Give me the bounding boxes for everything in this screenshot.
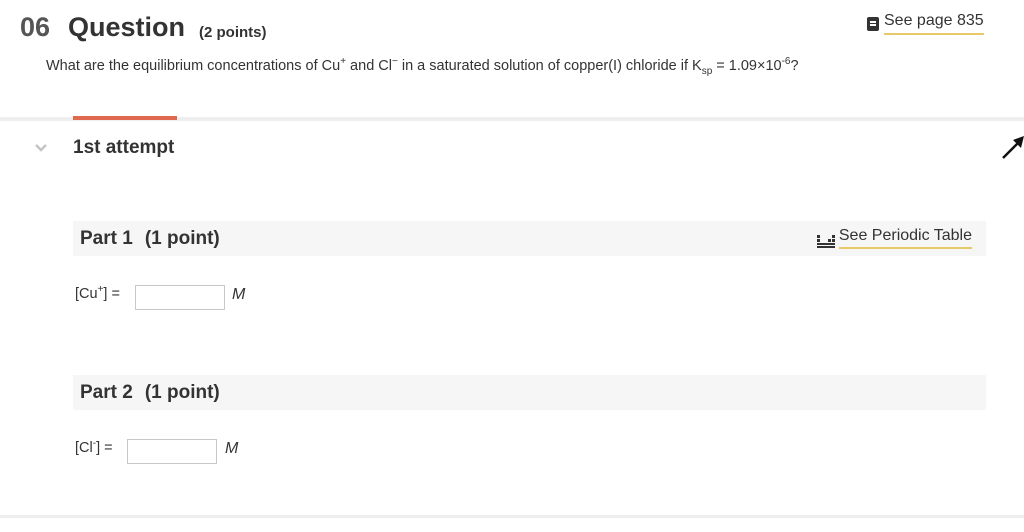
question-points: (2 points) bbox=[199, 24, 267, 41]
question-title: Question bbox=[68, 12, 186, 42]
periodic-table-link[interactable]: See Periodic Table bbox=[816, 227, 972, 249]
active-attempt-indicator bbox=[73, 116, 177, 120]
part-1-header: Part 1 (1 point) See Periodic Table bbox=[73, 221, 986, 256]
cl-concentration-input[interactable] bbox=[127, 439, 217, 464]
chevron-down-icon[interactable] bbox=[34, 141, 48, 155]
periodic-table-icon bbox=[816, 235, 835, 248]
question-text: What are the equilibrium concentrations … bbox=[46, 56, 799, 77]
mouse-cursor-icon bbox=[1002, 136, 1024, 159]
question-number: 06 bbox=[20, 12, 51, 42]
part-1-label: Part 1 (1 point) bbox=[80, 228, 220, 249]
periodic-table-label: See Periodic Table bbox=[838, 227, 972, 249]
see-page-label: See page 835 bbox=[884, 12, 984, 35]
footer-divider bbox=[0, 515, 1024, 518]
cu-concentration-input[interactable] bbox=[135, 285, 225, 310]
book-icon bbox=[867, 16, 879, 31]
cl-unit: M bbox=[225, 440, 239, 457]
cl-answer-label: [Cl-] = bbox=[75, 438, 113, 456]
part-2-header: Part 2 (1 point) bbox=[73, 375, 986, 410]
attempt-title: 1st attempt bbox=[73, 137, 175, 158]
see-page-link[interactable]: See page 835 bbox=[867, 12, 984, 35]
cu-unit: M bbox=[232, 286, 246, 303]
cu-answer-label: [Cu+] = bbox=[75, 284, 120, 302]
part-2-label: Part 2 (1 point) bbox=[80, 382, 220, 403]
